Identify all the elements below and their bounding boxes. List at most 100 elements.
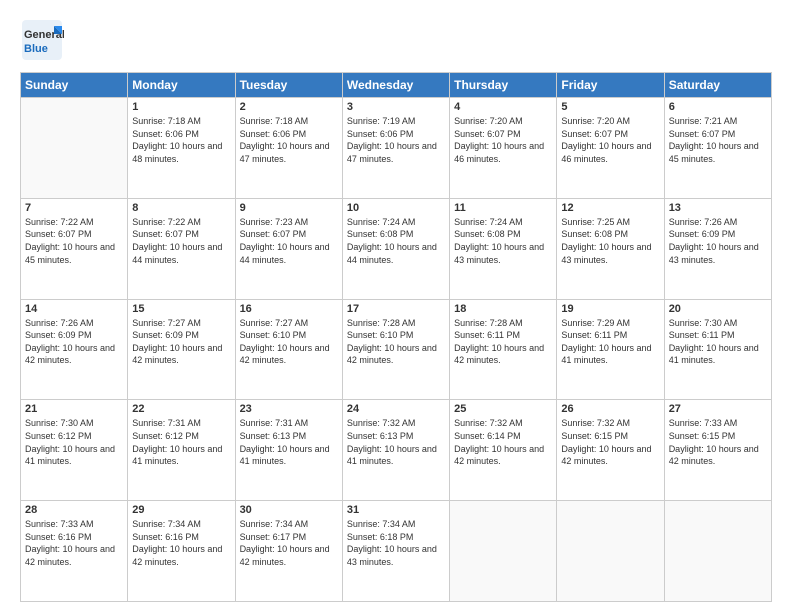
day-number: 28 (25, 504, 123, 516)
day-number: 11 (454, 202, 552, 214)
day-number: 29 (132, 504, 230, 516)
day-number: 16 (240, 303, 338, 315)
day-number: 15 (132, 303, 230, 315)
week-row-4: 21 Sunrise: 7:30 AMSunset: 6:12 PMDayligh… (21, 400, 772, 501)
day-number: 9 (240, 202, 338, 214)
week-row-3: 14 Sunrise: 7:26 AMSunset: 6:09 PMDayligh… (21, 299, 772, 400)
day-info: Sunrise: 7:20 AMSunset: 6:07 PMDaylight:… (454, 115, 552, 165)
day-cell: 16 Sunrise: 7:27 AMSunset: 6:10 PMDayligh… (235, 299, 342, 400)
day-info: Sunrise: 7:27 AMSunset: 6:10 PMDaylight:… (240, 317, 338, 367)
day-cell: 30 Sunrise: 7:34 AMSunset: 6:17 PMDayligh… (235, 501, 342, 602)
calendar-header-row: SundayMondayTuesdayWednesdayThursdayFrid… (21, 73, 772, 98)
logo: General Blue (20, 18, 64, 62)
day-cell: 26Sunrise: 7:32 AMSunset: 6:15 PMDayligh… (557, 400, 664, 501)
day-info: Sunrise: 7:22 AMSunset: 6:07 PMDaylight:… (132, 216, 230, 266)
day-number: 25 (454, 403, 552, 415)
day-number: 7 (25, 202, 123, 214)
day-cell: 10Sunrise: 7:24 AMSunset: 6:08 PMDayligh… (342, 198, 449, 299)
day-info: Sunrise: 7:28 AMSunset: 6:11 PMDaylight:… (454, 317, 552, 367)
day-cell: 11 Sunrise: 7:24 AMSunset: 6:08 PMDayligh… (450, 198, 557, 299)
day-number: 4 (454, 101, 552, 113)
calendar-table: SundayMondayTuesdayWednesdayThursdayFrid… (20, 72, 772, 602)
day-info: Sunrise: 7:18 AMSunset: 6:06 PMDaylight:… (132, 115, 230, 165)
day-cell: 9 Sunrise: 7:23 AMSunset: 6:07 PMDaylight… (235, 198, 342, 299)
header: General Blue (20, 18, 772, 62)
day-number: 3 (347, 101, 445, 113)
logo-icon: General Blue (20, 18, 64, 62)
day-cell: 4 Sunrise: 7:20 AMSunset: 6:07 PMDaylight… (450, 98, 557, 199)
day-number: 30 (240, 504, 338, 516)
day-number: 27 (669, 403, 767, 415)
day-info: Sunrise: 7:26 AMSunset: 6:09 PMDaylight:… (669, 216, 767, 266)
day-number: 22 (132, 403, 230, 415)
day-cell: 13 Sunrise: 7:26 AMSunset: 6:09 PMDayligh… (664, 198, 771, 299)
column-header-tuesday: Tuesday (235, 73, 342, 98)
day-info: Sunrise: 7:30 AMSunset: 6:12 PMDaylight:… (25, 417, 123, 467)
day-number: 31 (347, 504, 445, 516)
day-cell: 6 Sunrise: 7:21 AMSunset: 6:07 PMDaylight… (664, 98, 771, 199)
day-cell: 15Sunrise: 7:27 AMSunset: 6:09 PMDayligh… (128, 299, 235, 400)
day-info: Sunrise: 7:33 AMSunset: 6:15 PMDaylight:… (669, 417, 767, 467)
day-number: 6 (669, 101, 767, 113)
day-cell: 2 Sunrise: 7:18 AMSunset: 6:06 PMDaylight… (235, 98, 342, 199)
day-number: 1 (132, 101, 230, 113)
day-number: 17 (347, 303, 445, 315)
day-cell: 12 Sunrise: 7:25 AMSunset: 6:08 PMDayligh… (557, 198, 664, 299)
column-header-friday: Friday (557, 73, 664, 98)
day-info: Sunrise: 7:24 AMSunset: 6:08 PMDaylight:… (347, 216, 445, 266)
week-row-5: 28 Sunrise: 7:33 AMSunset: 6:16 PMDayligh… (21, 501, 772, 602)
day-info: Sunrise: 7:19 AMSunset: 6:06 PMDaylight:… (347, 115, 445, 165)
day-cell (450, 501, 557, 602)
day-number: 13 (669, 202, 767, 214)
day-info: Sunrise: 7:32 AMSunset: 6:14 PMDaylight:… (454, 417, 552, 467)
day-info: Sunrise: 7:34 AMSunset: 6:16 PMDaylight:… (132, 518, 230, 568)
day-cell: 23Sunrise: 7:31 AMSunset: 6:13 PMDayligh… (235, 400, 342, 501)
day-number: 14 (25, 303, 123, 315)
day-cell: 24 Sunrise: 7:32 AMSunset: 6:13 PMDayligh… (342, 400, 449, 501)
day-info: Sunrise: 7:20 AMSunset: 6:07 PMDaylight:… (561, 115, 659, 165)
day-number: 5 (561, 101, 659, 113)
day-cell: 28 Sunrise: 7:33 AMSunset: 6:16 PMDayligh… (21, 501, 128, 602)
day-info: Sunrise: 7:18 AMSunset: 6:06 PMDaylight:… (240, 115, 338, 165)
day-number: 20 (669, 303, 767, 315)
day-cell: 22Sunrise: 7:31 AMSunset: 6:12 PMDayligh… (128, 400, 235, 501)
week-row-2: 7 Sunrise: 7:22 AMSunset: 6:07 PMDaylight… (21, 198, 772, 299)
day-info: Sunrise: 7:22 AMSunset: 6:07 PMDaylight:… (25, 216, 123, 266)
day-info: Sunrise: 7:33 AMSunset: 6:16 PMDaylight:… (25, 518, 123, 568)
day-info: Sunrise: 7:30 AMSunset: 6:11 PMDaylight:… (669, 317, 767, 367)
day-cell: 27 Sunrise: 7:33 AMSunset: 6:15 PMDayligh… (664, 400, 771, 501)
column-header-monday: Monday (128, 73, 235, 98)
day-number: 19 (561, 303, 659, 315)
day-number: 24 (347, 403, 445, 415)
day-cell: 20 Sunrise: 7:30 AMSunset: 6:11 PMDayligh… (664, 299, 771, 400)
day-cell: 7 Sunrise: 7:22 AMSunset: 6:07 PMDaylight… (21, 198, 128, 299)
day-cell: 1 Sunrise: 7:18 AMSunset: 6:06 PMDaylight… (128, 98, 235, 199)
day-number: 2 (240, 101, 338, 113)
day-info: Sunrise: 7:32 AMSunset: 6:13 PMDaylight:… (347, 417, 445, 467)
column-header-wednesday: Wednesday (342, 73, 449, 98)
day-info: Sunrise: 7:21 AMSunset: 6:07 PMDaylight:… (669, 115, 767, 165)
day-cell: 31 Sunrise: 7:34 AMSunset: 6:18 PMDayligh… (342, 501, 449, 602)
day-info: Sunrise: 7:34 AMSunset: 6:17 PMDaylight:… (240, 518, 338, 568)
day-cell: 29 Sunrise: 7:34 AMSunset: 6:16 PMDayligh… (128, 501, 235, 602)
day-info: Sunrise: 7:24 AMSunset: 6:08 PMDaylight:… (454, 216, 552, 266)
day-cell (557, 501, 664, 602)
day-cell (664, 501, 771, 602)
column-header-sunday: Sunday (21, 73, 128, 98)
day-cell: 5 Sunrise: 7:20 AMSunset: 6:07 PMDaylight… (557, 98, 664, 199)
day-number: 23 (240, 403, 338, 415)
day-info: Sunrise: 7:34 AMSunset: 6:18 PMDaylight:… (347, 518, 445, 568)
day-info: Sunrise: 7:32 AMSunset: 6:15 PMDaylight:… (561, 417, 659, 467)
day-info: Sunrise: 7:23 AMSunset: 6:07 PMDaylight:… (240, 216, 338, 266)
day-cell: 17Sunrise: 7:28 AMSunset: 6:10 PMDayligh… (342, 299, 449, 400)
day-number: 12 (561, 202, 659, 214)
day-cell: 3 Sunrise: 7:19 AMSunset: 6:06 PMDaylight… (342, 98, 449, 199)
day-info: Sunrise: 7:25 AMSunset: 6:08 PMDaylight:… (561, 216, 659, 266)
day-cell: 18Sunrise: 7:28 AMSunset: 6:11 PMDayligh… (450, 299, 557, 400)
day-cell: 25 Sunrise: 7:32 AMSunset: 6:14 PMDayligh… (450, 400, 557, 501)
svg-text:Blue: Blue (24, 43, 48, 55)
day-info: Sunrise: 7:26 AMSunset: 6:09 PMDaylight:… (25, 317, 123, 367)
day-number: 21 (25, 403, 123, 415)
day-number: 8 (132, 202, 230, 214)
week-row-1: 1 Sunrise: 7:18 AMSunset: 6:06 PMDaylight… (21, 98, 772, 199)
